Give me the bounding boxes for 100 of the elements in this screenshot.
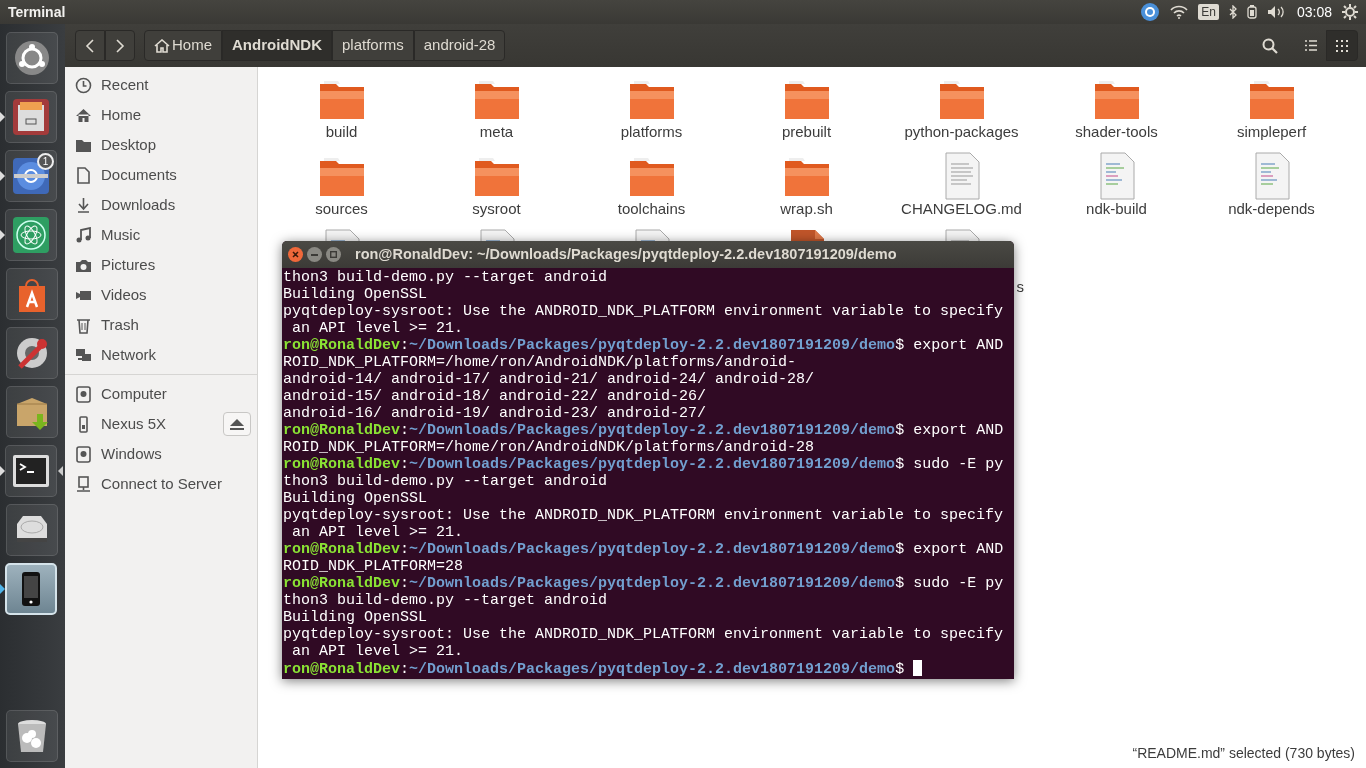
sidebar-item[interactable]: Connect to Server — [65, 469, 257, 499]
file-name[interactable]: platforms — [620, 123, 683, 141]
path-button[interactable]: Home — [144, 30, 222, 61]
back-button[interactable] — [75, 30, 105, 61]
terminal-line: pyqtdeploy-sysroot: Use the ANDROID_NDK_PLATFORM environment variable to specify — [283, 626, 1005, 643]
maximize-icon — [330, 251, 337, 258]
file-name[interactable]: shader-tools — [1075, 123, 1158, 141]
file-name[interactable]: s — [1016, 278, 1039, 296]
sidebar-item[interactable]: Videos — [65, 280, 257, 310]
browser-icon[interactable] — [1140, 2, 1161, 22]
back-icon — [85, 38, 95, 53]
terminal-line: ron@RonaldDev:~/Downloads/Packages/pyqtdeploy-2.2.dev1807191209/demo$ export AND — [283, 541, 1005, 558]
count-badge: 1 — [37, 153, 54, 170]
server-icon — [75, 475, 92, 493]
download-icon — [75, 196, 92, 214]
window-title: Terminal — [8, 2, 66, 22]
terminal-line: Building OpenSSL — [283, 490, 429, 507]
document-icon — [75, 166, 92, 184]
trash-icon — [75, 316, 92, 334]
terminal-line: ron@RonaldDev:~/Downloads/Packages/pyqtdeploy-2.2.dev1807191209/demo$ export AND — [283, 337, 1005, 354]
file-name[interactable]: CHANGELOG.md — [901, 200, 1022, 218]
grid-icon — [1336, 39, 1348, 52]
close-button[interactable] — [288, 247, 303, 262]
sidebar-item[interactable]: Computer — [65, 379, 257, 409]
terminal-line: android-14/ android-17/ android-21/ android-24/ android-28/ — [283, 371, 816, 388]
launcher-item[interactable] — [5, 563, 57, 615]
terminal-line: pyqtdeploy-sysroot: Use the ANDROID_NDK_PLATFORM environment variable to specify — [283, 507, 1005, 524]
terminal-line: pyqtdeploy-sysroot: Use the ANDROID_NDK_PLATFORM environment variable to specify — [283, 303, 1005, 320]
sidebar-item[interactable]: Nexus 5X — [65, 409, 257, 439]
atom-icon — [11, 215, 51, 255]
terminal-line: ron@RonaldDev:~/Downloads/Packages/pyqtdeploy-2.2.dev1807191209/demo$ sudo -E py — [283, 575, 1005, 592]
browser-icon — [11, 156, 51, 196]
sidebar-item[interactable]: Pictures — [65, 250, 257, 280]
file-cabinet-icon — [11, 97, 51, 137]
file-name[interactable]: build — [325, 123, 358, 141]
terminal-line: an API level >= 21. — [291, 320, 465, 337]
sidebar-item[interactable]: Windows — [65, 439, 257, 469]
file-name[interactable]: python-packages — [904, 123, 1019, 141]
sidebar-item[interactable]: Desktop — [65, 130, 257, 160]
path-button[interactable]: android-28 — [413, 30, 506, 61]
file-name[interactable]: wrap.sh — [780, 200, 833, 218]
dash-icon — [12, 38, 52, 78]
music-icon — [75, 226, 92, 244]
file-name[interactable]: sources — [315, 200, 368, 218]
launcher-item[interactable]: 1 — [5, 150, 57, 202]
close-icon — [292, 251, 299, 258]
home-icon — [75, 106, 92, 124]
terminal-line: ron@RonaldDev:~/Downloads/Packages/pyqtdeploy-2.2.dev1807191209/demo$ export AND — [283, 422, 1005, 439]
terminal-line: an API level >= 21. — [291, 524, 465, 541]
search-icon — [1262, 37, 1278, 54]
sidebar-item[interactable]: Downloads — [65, 190, 257, 220]
battery-icon[interactable] — [1246, 5, 1257, 19]
path-button[interactable]: AndroidNDK — [222, 30, 332, 61]
window-title: ron@RonaldDev: ~/Downloads/Packages/pyqtdeploy-2.2.dev1807191209/demo — [355, 244, 897, 264]
eject-icon — [230, 418, 244, 430]
terminal-line: Building OpenSSL — [283, 609, 429, 626]
file-name[interactable]: sysroot — [472, 200, 521, 218]
grid-view-button[interactable] — [1326, 30, 1358, 61]
file-name[interactable]: prebuilt — [781, 123, 832, 141]
minimize-icon — [311, 253, 318, 256]
terminal-line: ron@RonaldDev:~/Downloads/Packages/pyqtdeploy-2.2.dev1807191209/demo$ — [283, 660, 1014, 677]
file-name[interactable]: toolchains — [617, 200, 686, 218]
terminal-line: thon3 build-demo.py --target android — [283, 592, 609, 609]
forward-icon — [115, 38, 125, 53]
power-gear-icon[interactable] — [1342, 4, 1358, 20]
keyboard-layout[interactable]: En — [1198, 4, 1219, 20]
file-name[interactable]: ndk-build — [1086, 200, 1147, 218]
drive-icon — [75, 445, 92, 463]
terminal-line: thon3 build-demo.py --target android — [283, 269, 609, 286]
forward-button[interactable] — [105, 30, 135, 61]
file-name[interactable]: simpleperf — [1236, 123, 1307, 141]
terminal-line: android-15/ android-18/ android-22/ android-26/ — [283, 388, 708, 405]
terminal-line: thon3 build-demo.py --target android — [283, 473, 609, 490]
minimize-button[interactable] — [307, 247, 322, 262]
bluetooth-icon[interactable] — [1228, 5, 1237, 19]
file-name[interactable]: ndk-depends — [1228, 200, 1315, 218]
sidebar-item[interactable]: Music — [65, 220, 257, 250]
eject-button[interactable] — [223, 412, 251, 436]
maximize-button[interactable] — [326, 247, 341, 262]
drive-icon — [75, 385, 92, 403]
terminal-line: an API level >= 21. — [291, 643, 465, 660]
network-icon — [75, 346, 92, 364]
sidebar-item[interactable]: Trash — [65, 310, 257, 340]
terminal-line: ron@RonaldDev:~/Downloads/Packages/pyqtdeploy-2.2.dev1807191209/demo$ sudo -E py — [283, 456, 1005, 473]
terminal-line: ROID_NDK_PLATFORM=28 — [283, 558, 465, 575]
home-icon — [154, 38, 170, 53]
clock-icon — [75, 76, 92, 94]
terminal-line: android-16/ android-19/ android-23/ android-27/ — [283, 405, 708, 422]
sidebar-item[interactable]: Documents — [65, 160, 257, 190]
sidebar-item[interactable]: Recent — [65, 70, 257, 100]
sidebar-item[interactable]: Network — [65, 340, 257, 370]
sidebar-item[interactable]: Home — [65, 100, 257, 130]
terminal-line: ROID_NDK_PLATFORM=/home/ron/AndroidNDK/platforms/android-28 — [283, 439, 816, 456]
terminal-line: Building OpenSSL — [283, 286, 429, 303]
volume-icon[interactable] — [1266, 5, 1287, 19]
clock[interactable]: 03:08 — [1296, 1, 1332, 23]
terminal-line: ROID_NDK_PLATFORM=/home/ron/AndroidNDK/platforms/android- — [283, 354, 798, 371]
wifi-icon[interactable] — [1170, 5, 1189, 19]
path-button[interactable]: platforms — [332, 30, 414, 61]
file-name[interactable]: meta — [479, 123, 514, 141]
